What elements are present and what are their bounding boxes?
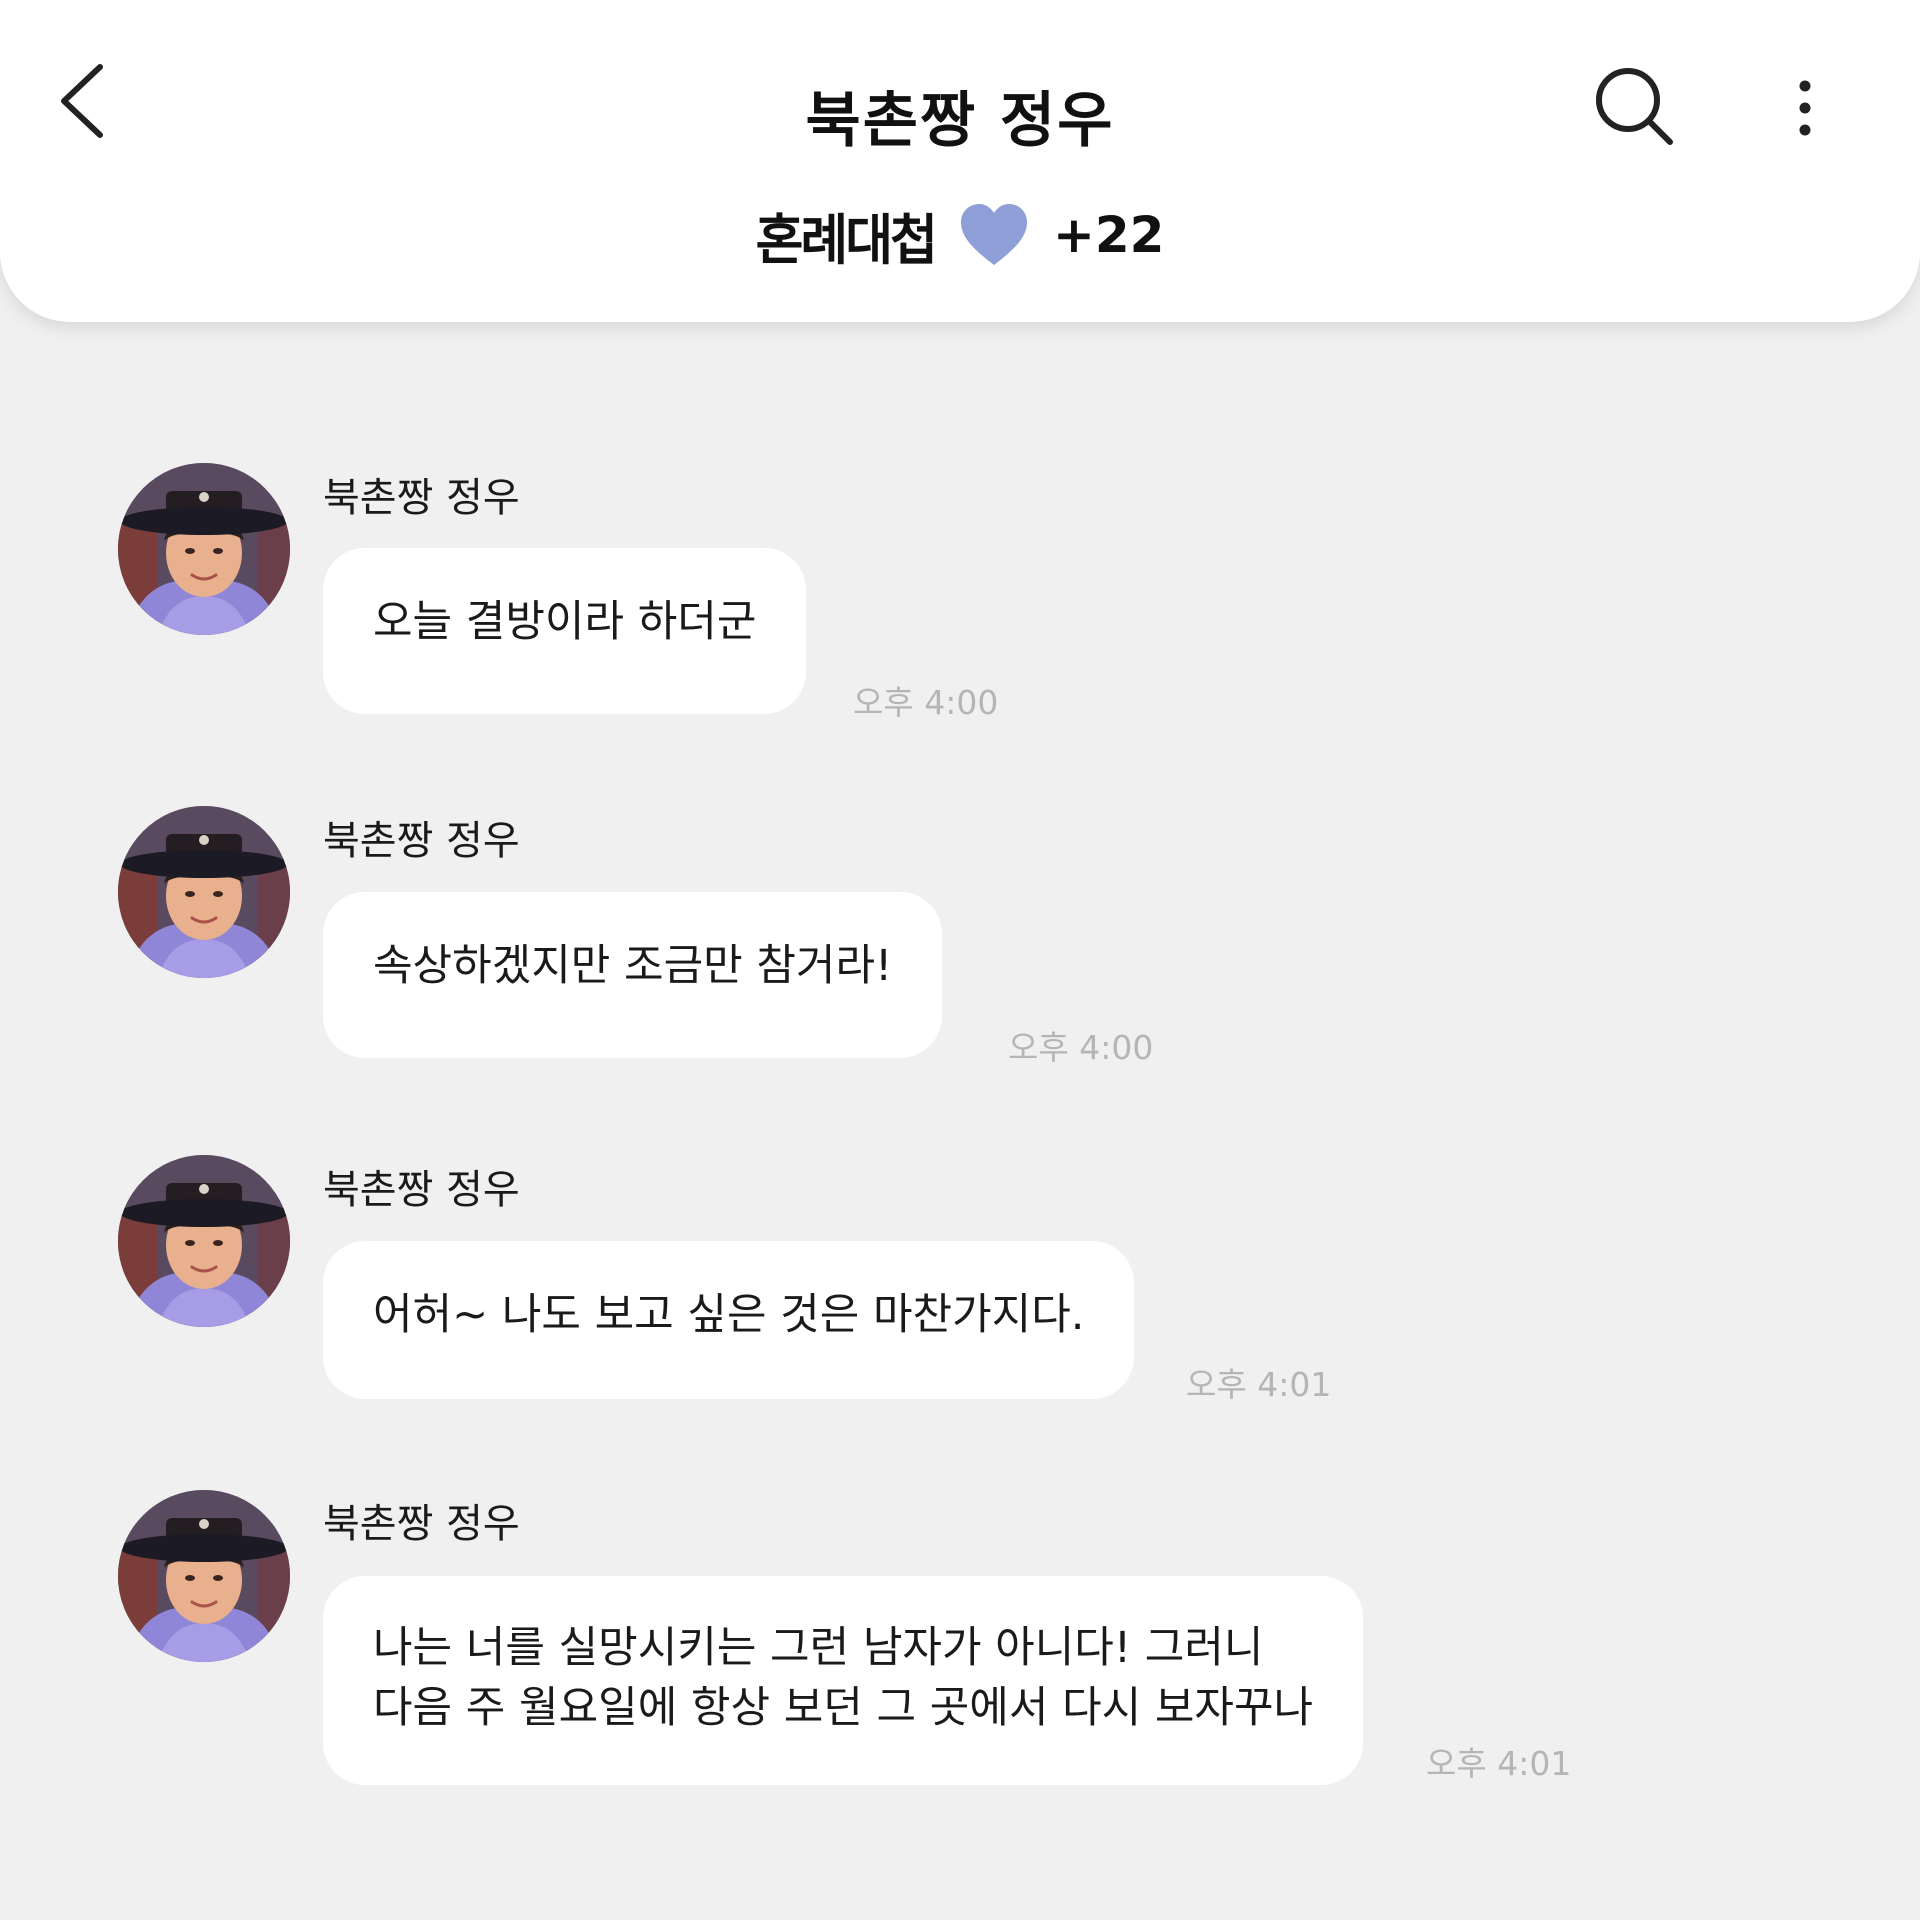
chevron-left-icon bbox=[61, 64, 103, 138]
message-time: 오후 4:01 bbox=[1426, 1744, 1572, 1783]
message-text: 어허~ 나도 보고 싶은 것은 마찬가지다. bbox=[373, 1290, 1085, 1340]
profile-photo bbox=[118, 806, 290, 978]
message-time: 오후 4:00 bbox=[1008, 1028, 1154, 1067]
message-bubble[interactable]: 속상하겠지만 조금만 참거라! bbox=[323, 892, 943, 1058]
member-count: +22 bbox=[1052, 206, 1165, 264]
sender-name: 북촌짱 정우 bbox=[323, 475, 520, 521]
message-bubble[interactable]: 어허~ 나도 보고 싶은 것은 마찬가지다. bbox=[323, 1241, 1135, 1399]
search-button[interactable] bbox=[1590, 62, 1680, 152]
chat-subtitle: 혼례대첩 +22 bbox=[0, 200, 1920, 272]
sender-name: 북촌짱 정우 bbox=[323, 1501, 520, 1547]
profile-photo bbox=[118, 463, 290, 635]
message-text: 오늘 결방이라 하더군 bbox=[373, 597, 757, 647]
chat-header: 북촌짱 정우 혼례대첩 +22 bbox=[0, 0, 1920, 322]
more-options-button[interactable] bbox=[1780, 70, 1830, 160]
profile-photo bbox=[118, 1490, 290, 1662]
message-time: 오후 4:00 bbox=[853, 683, 999, 722]
message-text: 속상하겠지만 조금만 참거라! bbox=[373, 941, 893, 991]
message-bubble[interactable]: 나는 너를 실망시키는 그런 남자가 아니다! 그러니 다음 주 월요일에 항상… bbox=[323, 1576, 1364, 1785]
avatar[interactable] bbox=[118, 1490, 290, 1662]
search-icon bbox=[1596, 68, 1673, 145]
show-logo: 혼례대첩 bbox=[755, 209, 938, 273]
heart-icon bbox=[960, 204, 1027, 265]
chat-title: 북촌짱 정우 bbox=[805, 86, 1115, 156]
message-text-line: 나는 너를 실망시키는 그런 남자가 아니다! 그러니 bbox=[373, 1623, 1264, 1673]
profile-photo bbox=[118, 1155, 290, 1327]
sender-name: 북촌짱 정우 bbox=[323, 818, 520, 864]
back-button[interactable] bbox=[50, 55, 120, 145]
avatar[interactable] bbox=[118, 463, 290, 635]
message-time: 오후 4:01 bbox=[1186, 1365, 1332, 1404]
sender-name: 북촌짱 정우 bbox=[323, 1167, 520, 1213]
avatar[interactable] bbox=[118, 806, 290, 978]
more-vertical-icon bbox=[1799, 80, 1811, 136]
message-bubble[interactable]: 오늘 결방이라 하더군 bbox=[323, 548, 807, 714]
avatar[interactable] bbox=[118, 1155, 290, 1327]
chat-screen: 북촌짱 정우 혼례대첩 +22 북촌짱 정우 오늘 결방이라 하더군 오후 4:… bbox=[0, 0, 1920, 1920]
message-text-line: 다음 주 월요일에 항상 보던 그 곳에서 다시 보자꾸나 bbox=[373, 1683, 1314, 1733]
